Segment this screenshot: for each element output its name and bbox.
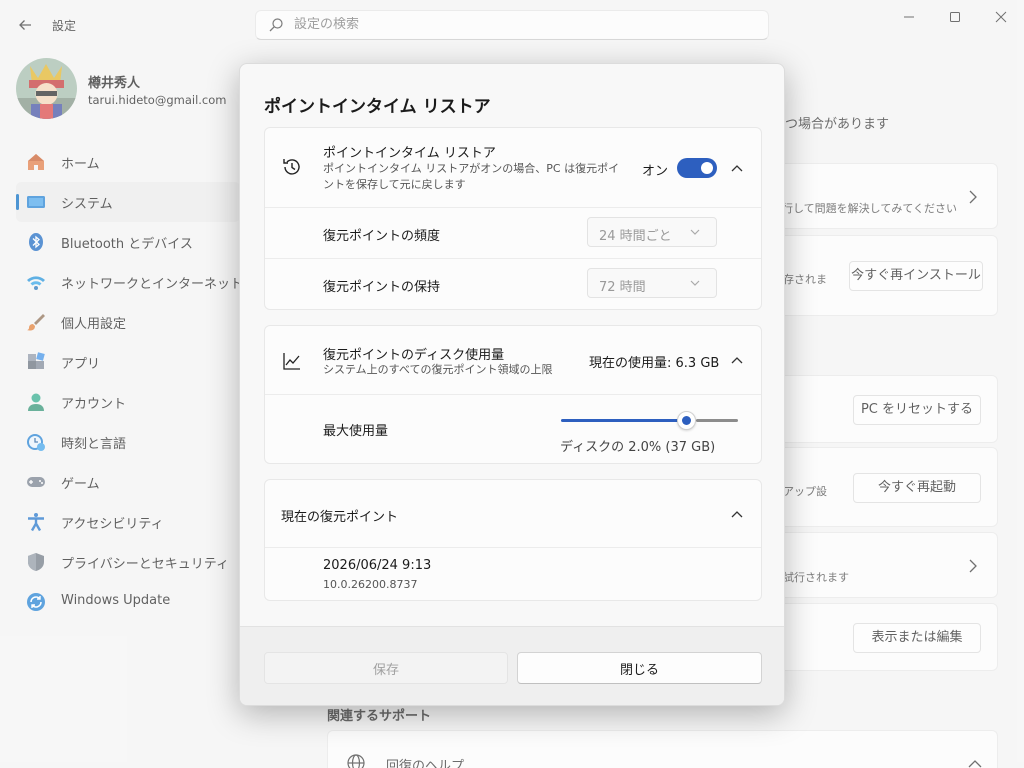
slider-track-filled xyxy=(561,419,681,422)
chevron-up-icon[interactable] xyxy=(730,353,744,367)
divider xyxy=(265,207,761,208)
disk-usage-card: 復元ポイントのディスク使用量 システム上のすべての復元ポイント領域の上限 現在の… xyxy=(264,325,762,464)
current-restore-points-card: 現在の復元ポイント 2026/06/24 9:13 10.0.26200.873… xyxy=(264,479,762,601)
chevron-up-icon[interactable] xyxy=(730,507,744,521)
max-usage-caption: ディスクの 2.0% (37 GB) xyxy=(560,440,716,455)
chevron-up-icon[interactable] xyxy=(730,161,744,175)
retention-value: 72 時間 xyxy=(599,280,646,295)
pitr-settings-card: ポイントインタイム リストア ポイントインタイム リストアがオンの場合、PC は… xyxy=(264,127,762,310)
dialog-footer: 保存 閉じる xyxy=(240,626,784,705)
max-usage-slider-thumb[interactable] xyxy=(677,411,696,430)
restore-point-date: 2026/06/24 9:13 xyxy=(323,558,432,573)
retention-label: 復元ポイントの保持 xyxy=(323,280,441,295)
chart-line-icon xyxy=(283,353,300,370)
restore-point-version: 10.0.26200.8737 xyxy=(323,578,418,591)
frequency-label: 復元ポイントの頻度 xyxy=(323,229,441,244)
divider xyxy=(265,258,761,259)
retention-dropdown[interactable]: 72 時間 xyxy=(587,268,717,298)
disk-usage-title: 復元ポイントのディスク使用量 xyxy=(323,348,505,363)
pitr-toggle[interactable] xyxy=(677,158,717,178)
frequency-dropdown[interactable]: 24 時間ごと xyxy=(587,217,717,247)
frequency-value: 24 時間ごと xyxy=(599,229,672,244)
current-usage: 現在の使用量: 6.3 GB xyxy=(589,356,720,371)
disk-usage-description: システム上のすべての復元ポイント領域の上限 xyxy=(323,363,553,376)
pitr-title: ポイントインタイム リストア xyxy=(323,146,496,161)
chevron-down-icon xyxy=(690,229,700,235)
max-usage-label: 最大使用量 xyxy=(323,424,389,439)
save-button[interactable]: 保存 xyxy=(264,652,508,684)
current-restore-points-title: 現在の復元ポイント xyxy=(281,510,399,525)
history-icon xyxy=(283,159,300,175)
list-item[interactable]: 2026/06/24 9:13 10.0.26200.8737 xyxy=(265,547,761,601)
toggle-knob xyxy=(701,162,713,174)
slider-track-empty xyxy=(696,419,738,422)
close-button[interactable]: 閉じる xyxy=(517,652,762,684)
point-in-time-restore-dialog: ポイントインタイム リストア ポイントインタイム リストア ポイントインタイム … xyxy=(239,63,785,706)
pitr-description: ポイントインタイム リストアがオンの場合、PC は復元ポイントを保存して元に戻し… xyxy=(323,162,620,191)
dialog-title: ポイントインタイム リストア xyxy=(264,97,491,117)
pitr-toggle-state: オン xyxy=(642,164,669,179)
chevron-down-icon xyxy=(690,280,700,286)
max-usage-row: 最大使用量 ディスクの 2.0% (37 GB) xyxy=(265,394,761,464)
